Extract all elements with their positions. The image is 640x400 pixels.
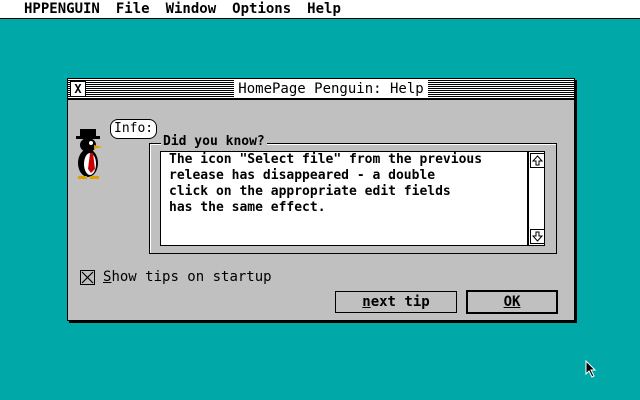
title-bar[interactable]: HomePage Penguin: Help [68, 79, 574, 100]
tip-line: click on the appropriate edit fields [169, 184, 451, 199]
show-tips-label[interactable]: Show tips on startup [103, 269, 272, 285]
vertical-scrollbar[interactable] [528, 151, 545, 246]
show-tips-row[interactable]: Show tips on startup [80, 269, 272, 285]
group-label: Did you know? [161, 134, 267, 150]
show-tips-checkbox[interactable] [80, 269, 95, 285]
menu-options[interactable]: Options [224, 0, 299, 18]
tip-text-area[interactable]: The icon "Select file" from the previous… [160, 151, 528, 246]
info-bubble: Info: [110, 119, 158, 139]
tip-line: The icon "Select file" from the previous [169, 152, 483, 167]
menu-app[interactable]: HPPENGUIN [0, 0, 108, 18]
menu-file[interactable]: File [108, 0, 158, 18]
menu-bar: HPPENGUIN File Window Options Help [0, 0, 640, 19]
mouse-pointer-icon [585, 359, 597, 382]
scroll-up-icon[interactable] [530, 153, 545, 168]
title-container: HomePage Penguin: Help [92, 80, 570, 98]
tip-line: has the same effect. [169, 200, 326, 215]
dialog-title: HomePage Penguin: Help [234, 80, 428, 98]
next-tip-button[interactable]: next tip [335, 291, 457, 313]
close-icon[interactable] [70, 81, 86, 97]
scroll-down-icon[interactable] [530, 229, 545, 244]
menu-window[interactable]: Window [158, 0, 225, 18]
help-dialog: HomePage Penguin: Help Info: Did you kno… [67, 78, 575, 321]
tip-line: release has disappeared - a double [169, 168, 436, 183]
ok-button[interactable]: OK [466, 290, 558, 314]
penguin-mascot-icon: Info: [74, 119, 158, 179]
menu-help[interactable]: Help [299, 0, 349, 18]
